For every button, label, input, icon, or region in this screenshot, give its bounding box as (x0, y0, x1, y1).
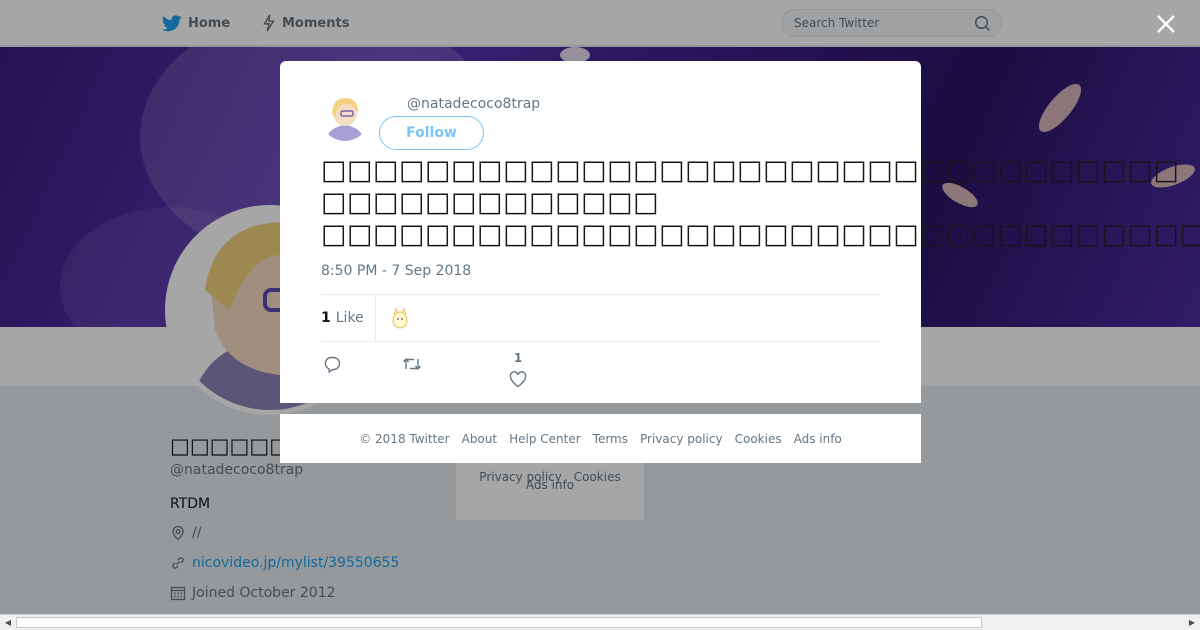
retweet-icon[interactable] (402, 355, 422, 373)
tweet-stats: 1 Like (321, 294, 881, 342)
like-action-count: 1 (513, 351, 523, 365)
like-action[interactable]: 1 (508, 351, 528, 392)
scrollbar-thumb[interactable] (16, 617, 982, 628)
likes-count: 1 (321, 310, 331, 326)
footer-copyright: © 2018 Twitter (359, 431, 450, 446)
tweet-author-avatar[interactable] (321, 93, 369, 141)
scroll-right-arrow-icon[interactable]: ▶ (1184, 615, 1200, 630)
heart-icon (509, 371, 527, 388)
likes-stat[interactable]: 1 Like (321, 294, 376, 342)
tweet-modal: @natadecoco8trap Follow □□□□□□□□□□□□□□□□… (280, 61, 1200, 403)
tweet-author-handle[interactable]: @natadecoco8trap (407, 96, 540, 112)
tweet-text: □□□□□□□□□□□□□□□□□□□□□□□□□□□□□□□□□ □□□□□□… (321, 155, 1200, 250)
footer-terms-link[interactable]: Terms (593, 432, 628, 446)
tweet-timestamp[interactable]: 8:50 PM - 7 Sep 2018 (321, 263, 471, 279)
follow-button[interactable]: Follow (379, 116, 484, 150)
liker-avatar[interactable] (389, 306, 411, 330)
footer-about-link[interactable]: About (462, 432, 497, 446)
footer-privacy-link[interactable]: Privacy policy (640, 432, 723, 446)
footer-ads-link[interactable]: Ads info (794, 432, 842, 446)
footer-help-link[interactable]: Help Center (509, 432, 581, 446)
reply-icon[interactable] (323, 355, 341, 373)
horizontal-scrollbar[interactable]: ◀ ▶ (0, 614, 1200, 630)
author-avatar-illustration (321, 93, 369, 141)
likes-label: Like (335, 310, 364, 326)
scroll-left-arrow-icon[interactable]: ◀ (0, 615, 16, 630)
tweet-actions: 1 (321, 351, 881, 397)
footer-cookies-link[interactable]: Cookies (735, 432, 782, 446)
close-icon[interactable] (1154, 12, 1178, 36)
modal-footer: © 2018 Twitter About Help Center Terms P… (280, 414, 921, 463)
